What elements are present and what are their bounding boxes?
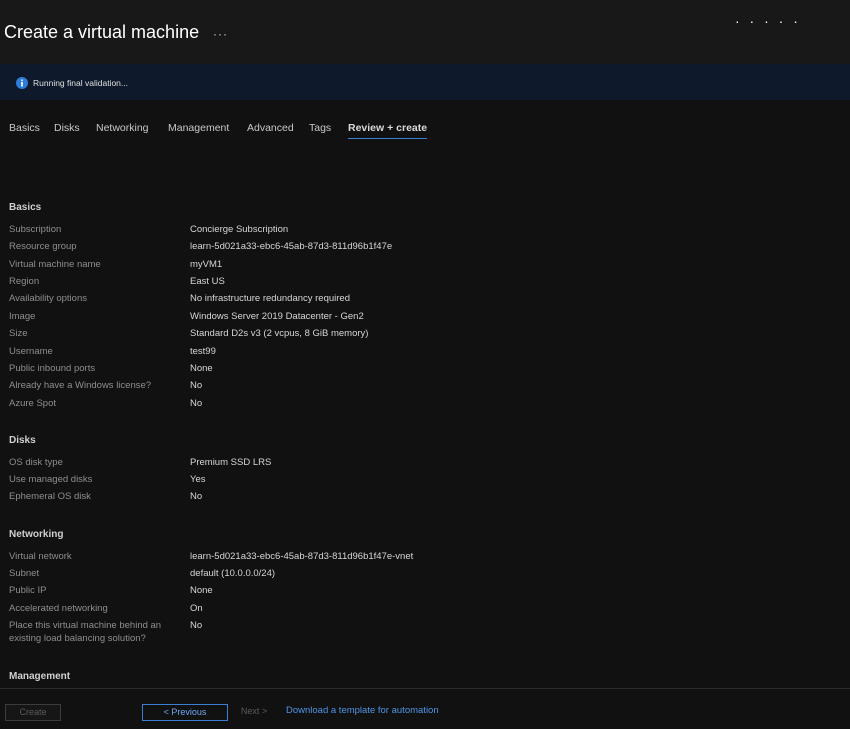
row-value: Concierge Subscription — [190, 224, 289, 235]
row-label: Use managed disks — [9, 474, 93, 485]
row-value: Premium SSD LRS — [190, 457, 272, 468]
tab-basics[interactable]: Basics — [9, 122, 40, 138]
banner-text: Running final validation... — [33, 78, 128, 88]
tab-review-create[interactable]: Review + create — [348, 122, 428, 139]
row-value: No — [190, 620, 203, 631]
page-header: Create a virtual machine ··· · · · · · — [0, 0, 850, 64]
section-title-basics: Basics — [9, 202, 42, 213]
row-value: myVM1 — [190, 259, 223, 270]
row-value: Yes — [190, 474, 206, 485]
previous-button[interactable]: < Previous — [142, 704, 228, 721]
tab-management[interactable]: Management — [168, 122, 229, 138]
row-value: No — [190, 380, 203, 391]
row-value: test99 — [190, 346, 216, 357]
row-label: Availability options — [9, 293, 87, 304]
row-label: Public IP — [9, 585, 47, 596]
row-label: OS disk type — [9, 457, 63, 468]
section-title-networking: Networking — [9, 529, 64, 540]
page-title: Create a virtual machine — [4, 22, 200, 42]
row-label: Ephemeral OS disk — [9, 491, 91, 502]
row-label: Already have a Windows license? — [9, 380, 152, 391]
row-label: Subscription — [9, 224, 62, 235]
row-label: Resource group — [9, 241, 77, 252]
row-label: Public inbound ports — [9, 363, 96, 374]
row-label: Accelerated networking — [9, 603, 108, 614]
row-value: learn-5d021a33-ebc6-45ab-87d3-811d96b1f4… — [190, 241, 393, 252]
section-title-disks: Disks — [9, 435, 36, 446]
row-label: Virtual machine name — [9, 259, 101, 270]
row-value: learn-5d021a33-ebc6-45ab-87d3-811d96b1f4… — [190, 551, 414, 562]
row-value: On — [190, 603, 203, 614]
row-label: Subnet — [9, 568, 40, 579]
create-button[interactable]: Create — [5, 704, 61, 721]
row-value: No — [190, 491, 203, 502]
tab-networking[interactable]: Networking — [96, 122, 149, 138]
row-value: Windows Server 2019 Datacenter - Gen2 — [190, 311, 364, 322]
download-template-link[interactable]: Download a template for automation — [286, 705, 439, 716]
info-icon — [16, 77, 28, 89]
tab-advanced[interactable]: Advanced — [247, 122, 294, 138]
row-value: None — [190, 585, 213, 596]
more-options-button[interactable]: ··· — [213, 27, 228, 41]
row-label: Virtual network — [9, 551, 72, 562]
row-label: Username — [9, 346, 53, 357]
row-value: No infrastructure redundancy required — [190, 293, 351, 304]
section-title-management: Management — [9, 671, 71, 682]
row-label: Image — [9, 311, 36, 322]
row-label: Size — [9, 328, 28, 339]
row-label-continued: existing load balancing solution? — [9, 633, 146, 644]
tab-bar: Basics Disks Networking Management Advan… — [0, 122, 850, 144]
window-dots-icon: · · · · · — [735, 13, 801, 29]
tab-disks[interactable]: Disks — [54, 122, 80, 138]
row-value: None — [190, 363, 213, 374]
row-label: Region — [9, 276, 40, 287]
row-label: Azure Spot — [9, 398, 56, 409]
row-value: Standard D2s v3 (2 vcpus, 8 GiB memory) — [190, 328, 369, 339]
row-value: East US — [190, 276, 225, 287]
row-label: Place this virtual machine behind an — [9, 620, 162, 631]
next-button[interactable]: Next > — [227, 704, 281, 719]
tab-tags[interactable]: Tags — [309, 122, 331, 138]
row-value: No — [190, 398, 203, 409]
row-value: default (10.0.0.0/24) — [190, 568, 276, 579]
